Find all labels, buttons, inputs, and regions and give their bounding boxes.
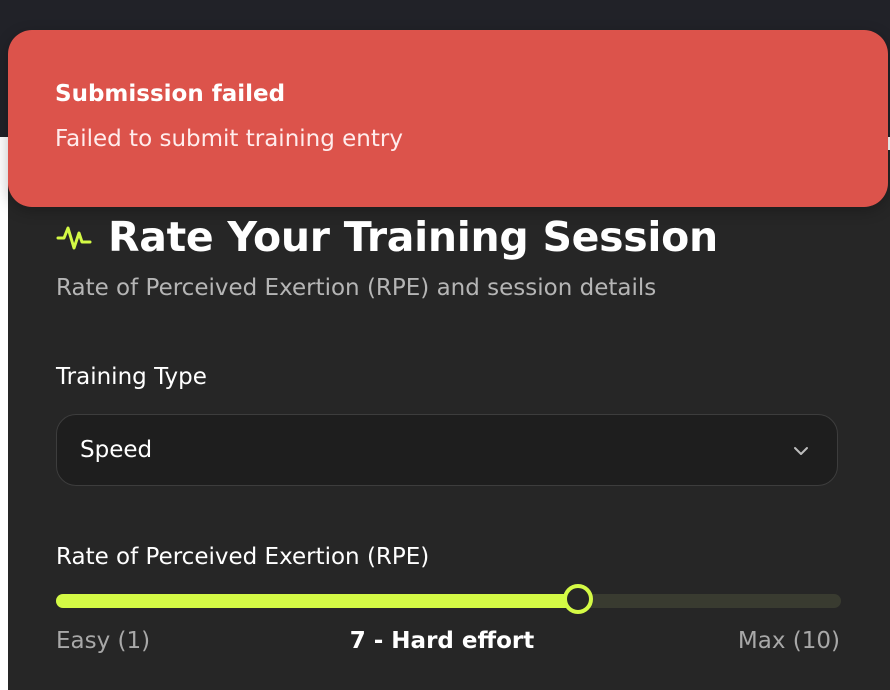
rpe-slider-thumb[interactable] bbox=[563, 584, 593, 614]
training-type-select[interactable]: Speed bbox=[56, 414, 838, 486]
rpe-slider-fill bbox=[56, 594, 579, 608]
rpe-min-label: Easy (1) bbox=[56, 628, 151, 654]
training-type-label: Training Type bbox=[56, 364, 207, 390]
toast-message: Failed to submit training entry bbox=[55, 126, 403, 152]
rpe-current-value: 7 - Hard effort bbox=[349, 628, 535, 654]
error-toast[interactable]: Submission failed Failed to submit train… bbox=[8, 30, 888, 207]
rpe-label: Rate of Perceived Exertion (RPE) bbox=[56, 544, 430, 570]
rpe-slider[interactable] bbox=[56, 583, 841, 619]
rpe-max-label: Max (10) bbox=[737, 628, 840, 654]
activity-pulse-icon bbox=[56, 226, 92, 250]
toast-title: Submission failed bbox=[55, 81, 286, 107]
chevron-down-icon bbox=[794, 447, 808, 455]
session-title: Rate Your Training Session bbox=[108, 213, 718, 261]
session-subtitle: Rate of Perceived Exertion (RPE) and ses… bbox=[56, 275, 657, 301]
training-type-value: Speed bbox=[80, 437, 153, 463]
